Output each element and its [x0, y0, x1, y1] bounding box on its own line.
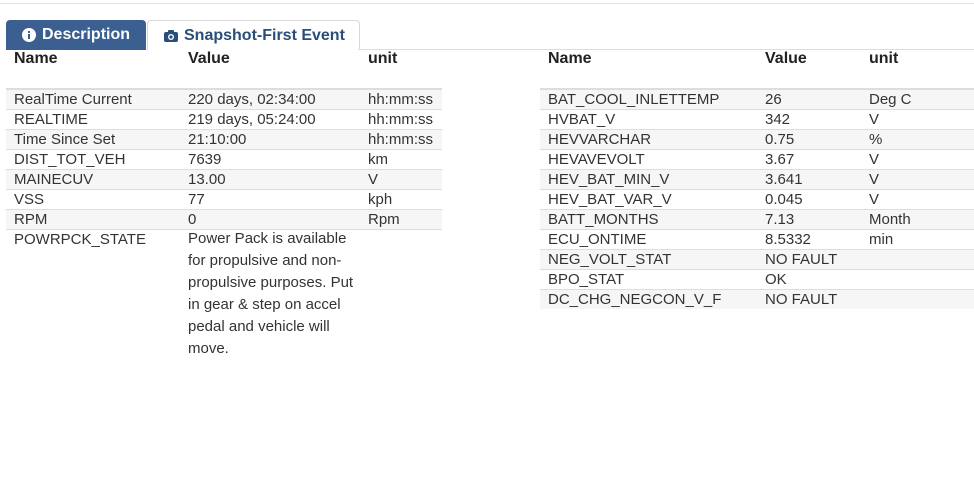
- table-row: HEV_BAT_MIN_V 3.641 V: [540, 169, 974, 190]
- cell-name: HEV_BAT_MIN_V: [540, 169, 757, 190]
- cell-value: 26: [757, 88, 861, 110]
- cell-value: Power Pack is available for propulsive a…: [180, 229, 360, 360]
- cell-value: 13.00: [180, 169, 360, 190]
- cell-unit: %: [861, 129, 974, 150]
- cell-unit: min: [861, 229, 974, 250]
- cell-value: 7.13: [757, 209, 861, 230]
- cell-name: HEVAVEVOLT: [540, 149, 757, 170]
- cell-unit: V: [861, 149, 974, 170]
- cell-value: 77: [180, 189, 360, 210]
- cell-name: RealTime Current: [6, 88, 180, 110]
- cell-value: 0.045: [757, 189, 861, 210]
- table-row: MAINECUV 13.00 V: [6, 169, 442, 190]
- cell-name: NEG_VOLT_STAT: [540, 249, 757, 270]
- table-row: VSS 77 kph: [6, 189, 442, 210]
- info-circle-icon: [22, 28, 36, 42]
- cell-unit: hh:mm:ss: [360, 109, 442, 130]
- column-header-value: Value: [180, 50, 360, 90]
- cell-unit: [360, 229, 442, 360]
- cell-value: 220 days, 02:34:00: [180, 88, 360, 110]
- table-row: DC_CHG_NEGCON_V_F NO FAULT: [540, 289, 974, 309]
- cell-name: DC_CHG_NEGCON_V_F: [540, 289, 757, 309]
- cell-value: NO FAULT: [757, 249, 861, 270]
- table-header-row: Name Value unit: [6, 50, 442, 90]
- table-row: NEG_VOLT_STAT NO FAULT: [540, 249, 974, 270]
- cell-unit: hh:mm:ss: [360, 88, 442, 110]
- column-header-name: Name: [6, 50, 180, 90]
- top-divider: [0, 3, 974, 4]
- table-row: DIST_TOT_VEH 7639 km: [6, 149, 442, 170]
- cell-unit: V: [861, 189, 974, 210]
- camera-icon: [164, 29, 178, 42]
- cell-value: 3.641: [757, 169, 861, 190]
- tab-description-label: Description: [42, 26, 131, 43]
- cell-unit: Month: [861, 209, 974, 230]
- cell-name: MAINECUV: [6, 169, 180, 190]
- cell-value: 342: [757, 109, 861, 130]
- column-header-value: Value: [757, 50, 861, 90]
- cell-name: HEVVARCHAR: [540, 129, 757, 150]
- cell-name: BATT_MONTHS: [540, 209, 757, 230]
- cell-value: 0: [180, 209, 360, 230]
- snapshot-table-left: Name Value unit RealTime Current 220 day…: [6, 50, 442, 360]
- cell-unit: Deg C: [861, 88, 974, 110]
- cell-value: 3.67: [757, 149, 861, 170]
- tab-description[interactable]: Description: [6, 20, 146, 50]
- cell-name: BAT_COOL_INLETTEMP: [540, 88, 757, 110]
- table-row: HEVAVEVOLT 3.67 V: [540, 149, 974, 170]
- cell-name: HEV_BAT_VAR_V: [540, 189, 757, 210]
- snapshot-table-right: Name Value unit BAT_COOL_INLETTEMP 26 De…: [540, 50, 974, 309]
- cell-name: BPO_STAT: [540, 269, 757, 290]
- table-row: ECU_ONTIME 8.5332 min: [540, 229, 974, 250]
- table-row: BAT_COOL_INLETTEMP 26 Deg C: [540, 88, 974, 110]
- cell-value: NO FAULT: [757, 289, 861, 309]
- cell-unit: [861, 269, 974, 290]
- tab-bar: Description Snapshot-First Event: [6, 20, 360, 50]
- table-row: POWRPCK_STATE Power Pack is available fo…: [6, 229, 442, 360]
- cell-unit: km: [360, 149, 442, 170]
- cell-name: RPM: [6, 209, 180, 230]
- cell-unit: kph: [360, 189, 442, 210]
- table-row: REALTIME 219 days, 05:24:00 hh:mm:ss: [6, 109, 442, 130]
- table-row: HEV_BAT_VAR_V 0.045 V: [540, 189, 974, 210]
- cell-value: 0.75: [757, 129, 861, 150]
- cell-value: 21:10:00: [180, 129, 360, 150]
- cell-name: POWRPCK_STATE: [6, 229, 180, 360]
- tab-snapshot-label: Snapshot-First Event: [184, 26, 345, 44]
- cell-unit: [861, 249, 974, 270]
- table-row: HEVVARCHAR 0.75 %: [540, 129, 974, 150]
- cell-value: 219 days, 05:24:00: [180, 109, 360, 130]
- table-row: RealTime Current 220 days, 02:34:00 hh:m…: [6, 88, 442, 110]
- column-header-unit: unit: [861, 50, 974, 90]
- cell-name: HVBAT_V: [540, 109, 757, 130]
- cell-name: ECU_ONTIME: [540, 229, 757, 250]
- column-header-name: Name: [540, 50, 757, 90]
- cell-unit: Rpm: [360, 209, 442, 230]
- cell-name: REALTIME: [6, 109, 180, 130]
- cell-unit: V: [861, 109, 974, 130]
- cell-unit: hh:mm:ss: [360, 129, 442, 150]
- cell-name: VSS: [6, 189, 180, 210]
- cell-unit: [861, 289, 974, 309]
- cell-name: DIST_TOT_VEH: [6, 149, 180, 170]
- cell-unit: V: [360, 169, 442, 190]
- tab-snapshot-first-event[interactable]: Snapshot-First Event: [147, 20, 360, 50]
- cell-value: 7639: [180, 149, 360, 170]
- table-row: HVBAT_V 342 V: [540, 109, 974, 130]
- cell-value-text: Power Pack is available for propulsive a…: [188, 230, 354, 357]
- table-row: BATT_MONTHS 7.13 Month: [540, 209, 974, 230]
- table-row: Time Since Set 21:10:00 hh:mm:ss: [6, 129, 442, 150]
- column-header-unit: unit: [360, 50, 442, 90]
- table-row: RPM 0 Rpm: [6, 209, 442, 230]
- cell-name: Time Since Set: [6, 129, 180, 150]
- table-header-row: Name Value unit: [540, 50, 974, 90]
- cell-value: 8.5332: [757, 229, 861, 250]
- cell-unit: V: [861, 169, 974, 190]
- cell-value: OK: [757, 269, 861, 290]
- table-row: BPO_STAT OK: [540, 269, 974, 290]
